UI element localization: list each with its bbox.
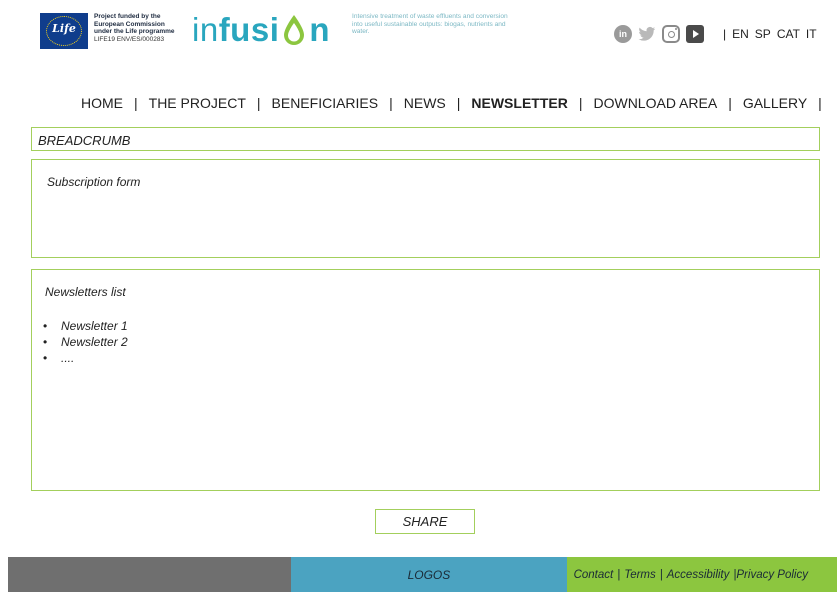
newsletters-list-title: Newsletters list (45, 285, 126, 299)
footer-link-privacy-policy[interactable]: Privacy Policy (736, 569, 808, 581)
nav-item-gallery[interactable]: GALLERY (742, 95, 808, 111)
play-icon (693, 30, 699, 38)
list-item: • .... (43, 351, 75, 365)
footer-left-block (8, 557, 292, 592)
logo-text-bold: fusi (218, 11, 280, 48)
subscription-form-title: Subscription form (47, 175, 141, 189)
main-nav: HOME | THE PROJECT | BENEFICIARIES | NEW… (80, 93, 837, 113)
infusion-logo[interactable]: in fusi n (192, 12, 330, 48)
footer-link-terms[interactable]: Terms (624, 569, 656, 581)
logo-text-start: in (192, 11, 219, 48)
site-header: Life Project funded by the European Comm… (0, 0, 837, 70)
lang-en[interactable]: EN (732, 27, 749, 41)
project-tagline: Intensive treatment of waste effluents a… (352, 13, 508, 35)
funding-notice: Project funded by the European Commissio… (94, 13, 186, 43)
funding-line: Project funded by the (94, 13, 161, 20)
lang-it[interactable]: IT (806, 27, 817, 41)
site-footer: LOGOS Contact | Terms | Accessibility | … (0, 557, 837, 592)
footer-link-contact[interactable]: Contact (574, 569, 614, 581)
instagram-dot (675, 28, 677, 30)
list-item[interactable]: • Newsletter 1 (43, 318, 128, 334)
footer-links: Contact | Terms | Accessibility | Privac… (566, 557, 837, 592)
logo-text-end: n (309, 11, 331, 48)
nav-item-newsletter[interactable]: NEWSLETTER (470, 95, 568, 111)
footer-logos: LOGOS (291, 557, 567, 592)
share-button[interactable]: SHARE (375, 509, 475, 534)
breadcrumb: BREADCRUMB (31, 127, 820, 151)
nav-item-download-area[interactable]: DOWNLOAD AREA (592, 95, 718, 111)
newsletter-link[interactable]: Newsletter 1 (61, 318, 128, 334)
instagram-icon[interactable] (662, 25, 680, 43)
newsletter-link[interactable]: Newsletter 2 (61, 334, 128, 350)
project-code: LIFE19 ENV/ES/000283 (94, 35, 165, 43)
eu-life-logo: Life (40, 13, 88, 49)
footer-link-accessibility[interactable]: Accessibility (667, 569, 730, 581)
newsletters-list-panel: Newsletters list • Newsletter 1 • Newsle… (31, 269, 820, 491)
language-switcher: | EN SP CAT IT (723, 27, 817, 41)
newsletters-list: • Newsletter 1 • Newsletter 2 • .... (43, 318, 128, 366)
nav-item-home[interactable]: HOME (80, 95, 124, 111)
water-drop-icon (284, 15, 305, 45)
funding-line: under the Life programme (94, 28, 175, 36)
list-item[interactable]: • Newsletter 2 (43, 334, 128, 350)
nav-item-beneficiaries[interactable]: BENEFICIARIES (271, 95, 380, 111)
nav-item-the-project[interactable]: THE PROJECT (148, 95, 247, 111)
funding-line: European Commission (94, 20, 165, 28)
youtube-icon[interactable] (686, 25, 704, 43)
linkedin-icon[interactable]: in (614, 25, 632, 43)
instagram-lens (667, 30, 675, 38)
newsletter-ellipsis: .... (61, 351, 75, 365)
social-links: in (614, 24, 704, 44)
lang-sp[interactable]: SP (755, 27, 771, 41)
life-logo-text: Life (52, 22, 76, 35)
twitter-icon[interactable] (638, 25, 656, 43)
lang-cat[interactable]: CAT (777, 27, 800, 41)
nav-item-news[interactable]: NEWS (403, 95, 447, 111)
subscription-form-panel: Subscription form (31, 159, 820, 258)
